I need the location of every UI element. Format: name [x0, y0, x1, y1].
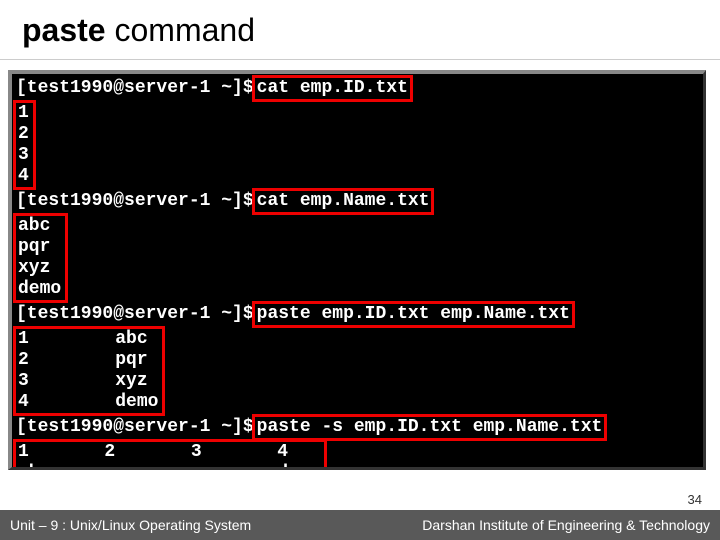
output-1: 1 2 3 4 — [13, 100, 36, 190]
prompt-2a: [test1990@ — [16, 191, 124, 211]
prompt-2b: server-1 ~]$ — [124, 191, 254, 211]
page-number: 34 — [688, 492, 702, 507]
command-4: paste -s emp.ID.txt emp.Name.txt — [252, 414, 608, 441]
prompt-4a: [test1990@ — [16, 417, 124, 437]
output-3: 1 abc 2 pqr 3 xyz 4 demo — [13, 326, 165, 416]
prompt-3b: server-1 ~]$ — [124, 304, 254, 324]
command-1: cat emp.ID.txt — [252, 75, 413, 102]
slide-footer: Unit – 9 : Unix/Linux Operating System D… — [0, 510, 720, 540]
prompt-1b: server-1 ~]$ — [124, 78, 254, 98]
output-2: abc pqr xyz demo — [13, 213, 68, 303]
prompt-4b: server-1 ~]$ — [124, 417, 254, 437]
title-rest: command — [106, 12, 255, 48]
command-2: cat emp.Name.txt — [252, 188, 435, 215]
slide-title-area: paste command — [0, 0, 720, 60]
slide-title: paste command — [22, 12, 698, 49]
output-4: 1 2 3 4 abc pqr xyz _ demo — [13, 439, 327, 470]
title-bold: paste — [22, 12, 106, 48]
command-3: paste emp.ID.txt emp.Name.txt — [252, 301, 575, 328]
prompt-1a: [test1990@ — [16, 78, 124, 98]
terminal-output: [test1990@server-1 ~]$cat emp.ID.txt 1 2… — [8, 70, 706, 470]
footer-right: Darshan Institute of Engineering & Techn… — [422, 517, 710, 533]
footer-left: Unit – 9 : Unix/Linux Operating System — [10, 517, 251, 533]
prompt-3a: [test1990@ — [16, 304, 124, 324]
